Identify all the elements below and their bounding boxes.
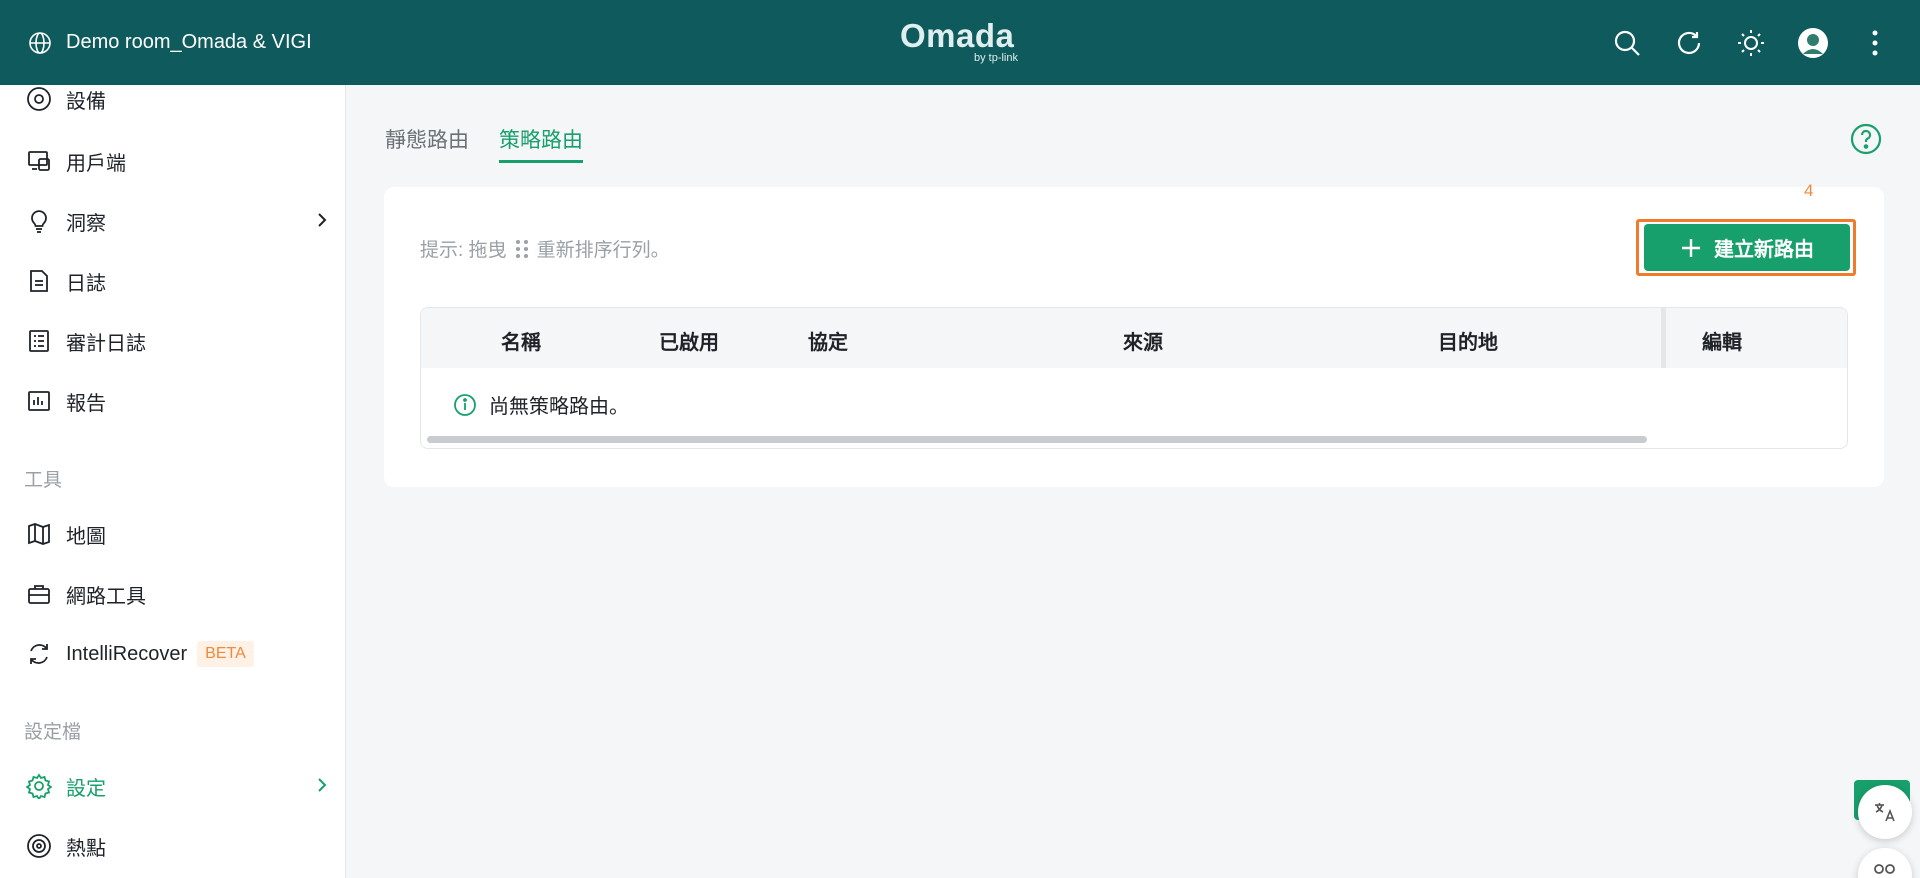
site-name: Demo room_Omada & VIGI <box>66 31 312 53</box>
bulb-icon <box>24 206 54 236</box>
logo-by: by tp-link <box>973 52 1018 64</box>
more-menu-button[interactable] <box>1860 28 1890 58</box>
sidebar-item-devices[interactable]: 設備 <box>24 79 332 119</box>
refresh-icon <box>1677 31 1701 54</box>
sidebar-item-label: 網路工具 <box>66 585 146 608</box>
create-route-label: 建立新路由 <box>1714 239 1814 261</box>
hotspot-icon <box>24 831 54 861</box>
sidebar-item-clients[interactable]: 用戶端 <box>24 141 332 181</box>
help-button[interactable] <box>1850 123 1882 160</box>
sidebar-item-reports[interactable]: 報告 <box>24 381 332 421</box>
recover-icon <box>24 639 54 669</box>
empty-message: 尚無策略路由。 <box>489 396 629 418</box>
sidebar-item-label: 設定 <box>66 777 106 800</box>
report-icon <box>24 386 54 416</box>
clients-icon <box>24 146 54 176</box>
tab-policy-route[interactable]: 策略路由 <box>499 124 583 163</box>
quote-icon <box>1874 864 1895 874</box>
drag-handle-icon <box>515 239 528 258</box>
hint-prefix: 提示: 拖曳 <box>420 240 507 261</box>
sidebar-item-label: 洞察 <box>66 212 106 235</box>
sidebar-item-label: 用戶端 <box>66 152 126 175</box>
more-vertical-icon <box>1872 30 1878 55</box>
policy-route-card: 提示: 拖曳 重新排序行列。 4 建立新路由 名稱 已啟用 協定 來源 目的地 … <box>384 181 1884 487</box>
step-marker: 4 <box>1804 181 1814 200</box>
translate-icon <box>1875 803 1895 822</box>
column-divider <box>1661 308 1666 368</box>
sidebar-item-logs[interactable]: 日誌 <box>24 261 332 301</box>
avatar-icon <box>1798 27 1828 58</box>
sidebar-item-audit-logs[interactable]: 審計日誌 <box>24 321 332 361</box>
map-icon <box>24 519 54 549</box>
chevron-right-icon <box>318 213 327 227</box>
help-icon <box>1850 123 1882 155</box>
theme-toggle-button[interactable] <box>1736 28 1766 58</box>
feedback-button[interactable] <box>1858 848 1912 878</box>
sidebar-item-label: 熱點 <box>66 837 106 860</box>
user-avatar-button[interactable] <box>1798 27 1828 58</box>
sidebar-item-hotspot[interactable]: 熱點 <box>24 826 332 866</box>
sidebar-item-settings[interactable]: 設定 <box>24 766 332 806</box>
column-header-name[interactable]: 名稱 <box>501 326 541 355</box>
translate-button[interactable] <box>1858 785 1912 839</box>
plus-icon <box>1682 238 1700 257</box>
device-icon <box>24 84 54 114</box>
horizontal-scrollbar[interactable] <box>427 436 1647 443</box>
column-header-protocol[interactable]: 協定 <box>808 326 848 355</box>
globe-icon <box>29 31 51 54</box>
chevron-right-icon <box>318 778 327 792</box>
gear-icon <box>24 771 54 801</box>
info-icon <box>454 393 476 416</box>
logo-brand: Omada <box>900 17 1015 54</box>
omada-logo: Omada by tp-link <box>900 18 1020 66</box>
sidebar-section-tools: 工具 <box>24 470 63 491</box>
site-selector[interactable]: Demo room_Omada & VIGI <box>28 31 312 55</box>
top-bar: Demo room_Omada & VIGI Omada by tp-link <box>0 0 1920 85</box>
column-header-source[interactable]: 來源 <box>1123 326 1163 355</box>
sun-icon <box>1738 29 1764 56</box>
sidebar-item-label: 設備 <box>66 90 106 113</box>
sidebar-item-label: IntelliRecover <box>66 642 188 665</box>
sidebar-item-network-tools[interactable]: 網路工具 <box>24 574 332 614</box>
sidebar-item-label: 日誌 <box>66 272 106 295</box>
refresh-button[interactable] <box>1674 28 1704 58</box>
toolbox-icon <box>24 579 54 609</box>
sidebar-item-label: 審計日誌 <box>66 332 146 355</box>
sidebar: 設備 用戶端 洞察 日誌 審計日誌 報告 工具 地圖 網路工具 IntelliR… <box>0 85 346 878</box>
create-route-button[interactable]: 建立新路由 <box>1644 224 1850 271</box>
audit-log-icon <box>24 326 54 356</box>
beta-badge: BETA <box>197 641 254 667</box>
empty-state: 尚無策略路由。 <box>453 390 629 419</box>
tab-static-route[interactable]: 靜態路由 <box>385 124 469 163</box>
hint-suffix: 重新排序行列。 <box>536 240 670 261</box>
policy-route-table: 名稱 已啟用 協定 來源 目的地 編輯 尚無策略路由。 <box>420 307 1848 449</box>
search-icon <box>1614 30 1640 56</box>
sidebar-item-label: 報告 <box>66 392 106 415</box>
sidebar-section-profile: 設定檔 <box>24 722 82 743</box>
sidebar-item-insights[interactable]: 洞察 <box>24 201 332 241</box>
sidebar-item-label: 地圖 <box>66 525 106 548</box>
column-header-destination[interactable]: 目的地 <box>1438 326 1498 355</box>
top-actions <box>1612 0 1890 85</box>
sidebar-item-intellirecover[interactable]: IntelliRecover BETA <box>24 634 332 674</box>
table-header: 名稱 已啟用 協定 來源 目的地 編輯 <box>421 308 1847 368</box>
route-tabs: 靜態路由 策略路由 <box>385 124 583 163</box>
column-header-enabled[interactable]: 已啟用 <box>659 326 719 355</box>
drag-hint: 提示: 拖曳 重新排序行列。 <box>420 235 670 262</box>
log-icon <box>24 266 54 296</box>
sidebar-item-map[interactable]: 地圖 <box>24 514 332 554</box>
search-button[interactable] <box>1612 28 1642 58</box>
column-header-edit: 編輯 <box>1702 332 1742 354</box>
